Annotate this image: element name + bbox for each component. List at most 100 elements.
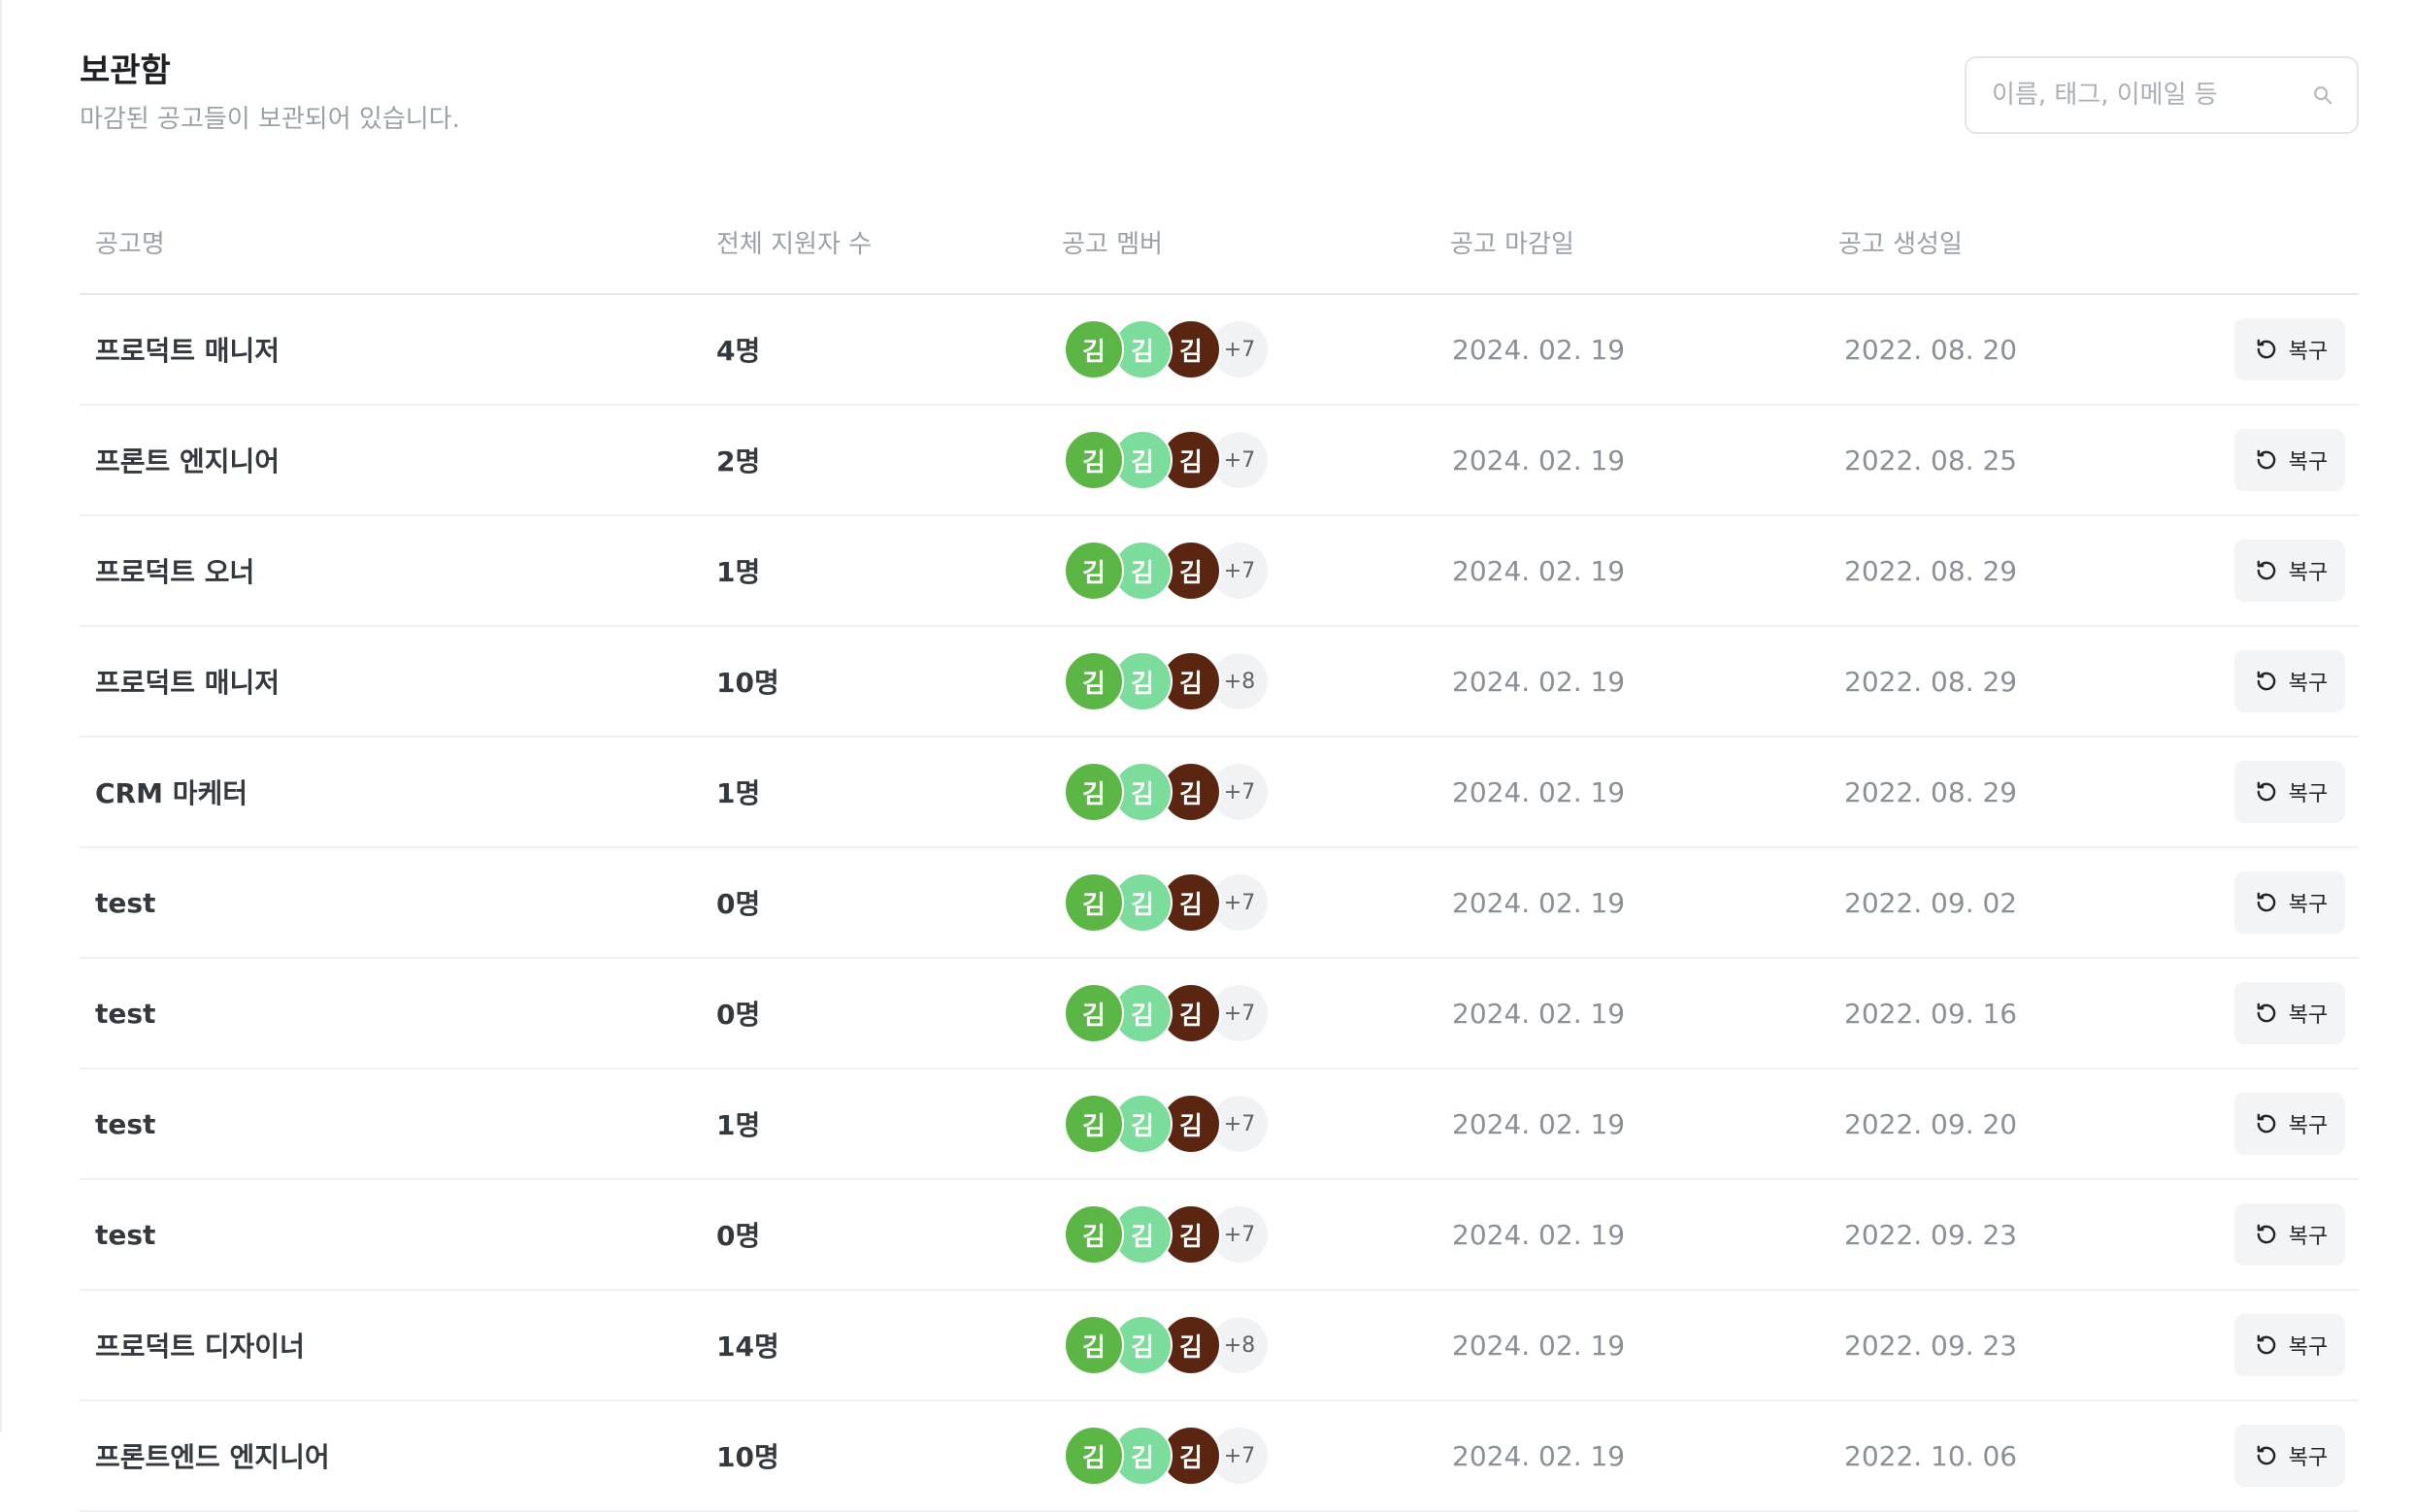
applicant-count: 0명	[716, 999, 761, 1031]
applicant-count: 10명	[716, 1441, 779, 1473]
member-avatars: 김 김 김 +7	[1064, 406, 1270, 514]
member-avatars: 김 김 김 +7	[1064, 1180, 1270, 1289]
job-name: 프로덕트 디자이너	[95, 1331, 305, 1363]
member-avatar: 김	[1064, 983, 1124, 1043]
restore-icon	[2252, 777, 2281, 806]
table-header: 공고명 전체 지원자 수 공고 멤버 공고 마감일 공고 생성일	[80, 198, 2359, 295]
restore-label: 복구	[2288, 893, 2329, 917]
table-row[interactable]: test 0명 김 김 김 +7 2024. 02. 19 2022. 09. …	[80, 848, 2359, 959]
header-members: 공고 멤버	[1062, 230, 1163, 259]
job-name: CRM 마케터	[95, 777, 248, 809]
table-row[interactable]: 프로덕트 디자이너 14명 김 김 김 +8 2024. 02. 19 2022…	[80, 1291, 2359, 1401]
created-date: 2022. 08. 25	[1844, 444, 2018, 477]
table-row[interactable]: test 0명 김 김 김 +7 2024. 02. 19 2022. 09. …	[80, 959, 2359, 1069]
table-row[interactable]: 프론트 엔지니어 2명 김 김 김 +7 2024. 02. 19 2022. …	[80, 406, 2359, 516]
member-avatars: 김 김 김 +7	[1064, 1401, 1270, 1510]
member-avatars: 김 김 김 +7	[1064, 959, 1270, 1068]
restore-button[interactable]: 복구	[2234, 1203, 2345, 1265]
row-actions: 복구	[2234, 1180, 2345, 1289]
header-job-name: 공고명	[95, 230, 165, 259]
restore-button[interactable]: 복구	[2234, 1314, 2345, 1376]
member-avatar: 김	[1064, 1315, 1124, 1375]
restore-button[interactable]: 복구	[2234, 318, 2345, 380]
restore-button[interactable]: 복구	[2234, 761, 2345, 823]
member-avatar: 김	[1064, 430, 1124, 490]
header-applicant-count: 전체 지원자 수	[716, 230, 873, 259]
restore-icon	[2252, 1331, 2281, 1360]
created-date: 2022. 08. 29	[1844, 554, 2018, 587]
restore-label: 복구	[2288, 1003, 2329, 1028]
deadline-date: 2024. 02. 19	[1452, 333, 1626, 366]
created-date: 2022. 09. 23	[1844, 1218, 2018, 1251]
created-date: 2022. 08. 29	[1844, 775, 2018, 808]
applicant-count: 0명	[716, 1220, 761, 1252]
search-icon[interactable]	[2310, 82, 2335, 108]
created-date: 2022. 09. 02	[1844, 886, 2018, 919]
table-row[interactable]: 프론트엔드 엔지니어 10명 김 김 김 +7 2024. 02. 19 202…	[80, 1401, 2359, 1512]
restore-label: 복구	[2288, 782, 2329, 806]
restore-icon	[2252, 556, 2281, 585]
member-avatars: 김 김 김 +8	[1064, 627, 1270, 736]
restore-button[interactable]: 복구	[2234, 650, 2345, 712]
table-row[interactable]: CRM 마케터 1명 김 김 김 +7 2024. 02. 19 2022. 0…	[80, 738, 2359, 848]
applicant-count: 14명	[716, 1331, 779, 1363]
job-name: 프로덕트 매니저	[95, 335, 281, 367]
table-row[interactable]: 프로덕트 오너 1명 김 김 김 +7 2024. 02. 19 2022. 0…	[80, 516, 2359, 627]
member-avatar: 김	[1064, 651, 1124, 711]
applicant-count: 10명	[716, 667, 779, 699]
row-actions: 복구	[2234, 1069, 2345, 1178]
restore-button[interactable]: 복구	[2234, 871, 2345, 934]
deadline-date: 2024. 02. 19	[1452, 1329, 1626, 1362]
table-body: 프로덕트 매니저 4명 김 김 김 +7 2024. 02. 19 2022. …	[80, 295, 2359, 1512]
table-row[interactable]: 프로덕트 매니저 4명 김 김 김 +7 2024. 02. 19 2022. …	[80, 295, 2359, 406]
restore-icon	[2252, 445, 2281, 475]
restore-button[interactable]: 복구	[2234, 1425, 2345, 1487]
table-row[interactable]: 프로덕트 매니저 10명 김 김 김 +8 2024. 02. 19 2022.…	[80, 627, 2359, 738]
restore-label: 복구	[2288, 1446, 2329, 1470]
created-date: 2022. 10. 06	[1844, 1439, 2018, 1472]
created-date: 2022. 09. 16	[1844, 997, 2018, 1030]
restore-button[interactable]: 복구	[2234, 1093, 2345, 1155]
applicant-count: 1명	[716, 777, 761, 809]
archive-table: 공고명 전체 지원자 수 공고 멤버 공고 마감일 공고 생성일 프로덕트 매니…	[80, 198, 2359, 1512]
deadline-date: 2024. 02. 19	[1452, 886, 1626, 919]
row-actions: 복구	[2234, 295, 2345, 404]
applicant-count: 2명	[716, 445, 761, 477]
table-row[interactable]: test 1명 김 김 김 +7 2024. 02. 19 2022. 09. …	[80, 1069, 2359, 1180]
member-avatars: 김 김 김 +8	[1064, 1291, 1270, 1399]
member-avatar: 김	[1064, 541, 1124, 601]
restore-button[interactable]: 복구	[2234, 982, 2345, 1044]
deadline-date: 2024. 02. 19	[1452, 775, 1626, 808]
member-avatar: 김	[1064, 1426, 1124, 1486]
row-actions: 복구	[2234, 848, 2345, 957]
restore-icon	[2252, 667, 2281, 696]
restore-icon	[2252, 1441, 2281, 1470]
restore-label: 복구	[2288, 450, 2329, 475]
restore-button[interactable]: 복구	[2234, 429, 2345, 491]
deadline-date: 2024. 02. 19	[1452, 444, 1626, 477]
search-input[interactable]	[1990, 80, 2310, 111]
row-actions: 복구	[2234, 516, 2345, 625]
search-box[interactable]	[1965, 56, 2359, 134]
restore-icon	[2252, 1220, 2281, 1249]
restore-icon	[2252, 335, 2281, 364]
page-subtitle: 마감된 공고들이 보관되어 있습니다.	[80, 105, 460, 134]
row-actions: 복구	[2234, 1401, 2345, 1510]
member-avatars: 김 김 김 +7	[1064, 848, 1270, 957]
applicant-count: 1명	[716, 556, 761, 588]
member-avatars: 김 김 김 +7	[1064, 738, 1270, 846]
page-title: 보관함	[80, 51, 171, 90]
created-date: 2022. 09. 20	[1844, 1107, 2018, 1140]
member-avatars: 김 김 김 +7	[1064, 295, 1270, 404]
table-row[interactable]: test 0명 김 김 김 +7 2024. 02. 19 2022. 09. …	[80, 1180, 2359, 1291]
row-actions: 복구	[2234, 406, 2345, 514]
job-name: test	[95, 886, 156, 919]
restore-button[interactable]: 복구	[2234, 540, 2345, 602]
applicant-count: 0명	[716, 888, 761, 920]
member-avatar: 김	[1064, 319, 1124, 379]
created-date: 2022. 08. 20	[1844, 333, 2018, 366]
header-deadline: 공고 마감일	[1450, 230, 1574, 259]
deadline-date: 2024. 02. 19	[1452, 1107, 1626, 1140]
deadline-date: 2024. 02. 19	[1452, 554, 1626, 587]
restore-icon	[2252, 999, 2281, 1028]
